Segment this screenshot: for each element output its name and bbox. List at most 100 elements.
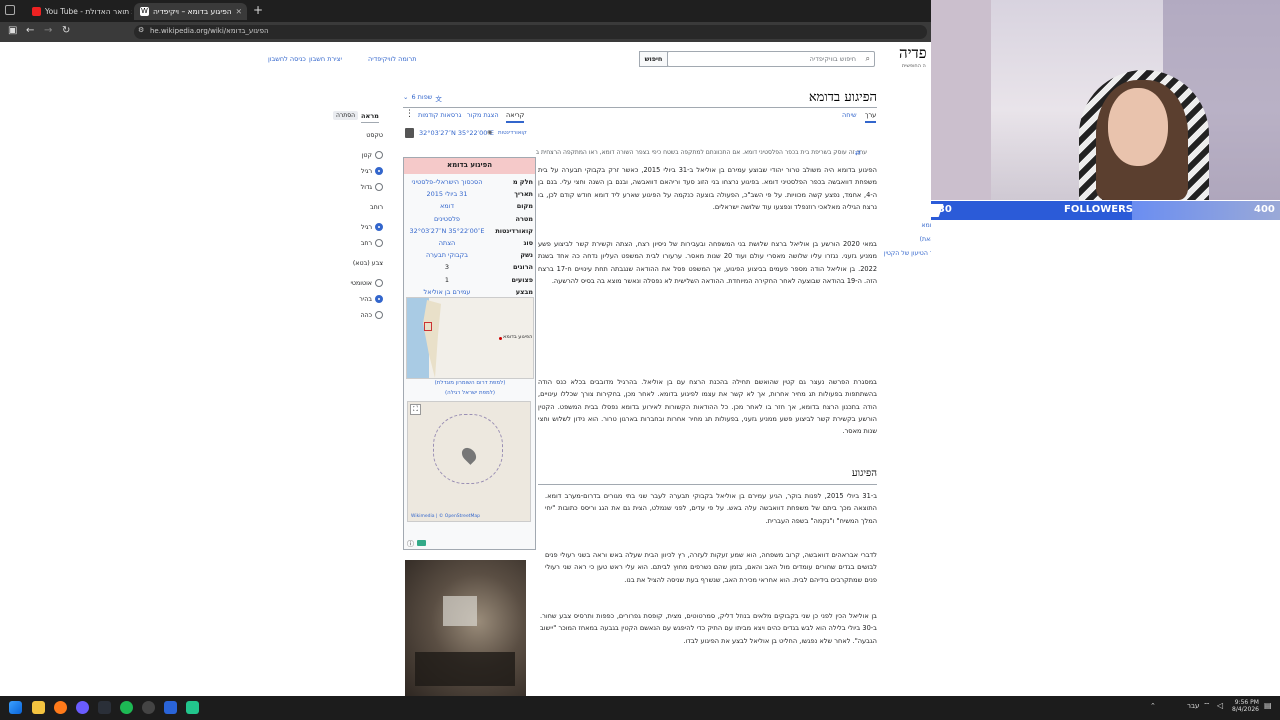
- face: [1108, 88, 1168, 166]
- steam-icon[interactable]: [98, 701, 111, 714]
- input-language[interactable]: עבר: [1187, 702, 1199, 710]
- infobox-value[interactable]: 32°03′27″N 35°22′00″E: [406, 227, 488, 235]
- infobox-label: סוג: [523, 239, 533, 247]
- top-link-create-account[interactable]: יצירת חשבון: [309, 55, 342, 63]
- wifi-icon[interactable]: ⌔: [1203, 701, 1211, 711]
- color-dark-label: כהה: [360, 312, 372, 319]
- app2-icon[interactable]: [186, 701, 199, 714]
- close-icon[interactable]: ✕: [236, 7, 242, 16]
- width-wide-label: רחב: [360, 240, 372, 247]
- coordinates-top[interactable]: 32°03′27″N 35°22′00″E: [419, 129, 494, 137]
- followers-current: 230: [931, 204, 952, 215]
- hide-button[interactable]: הסתרה: [333, 111, 359, 120]
- infobox-value[interactable]: 31 ביולי 2015: [406, 190, 488, 198]
- forward-button[interactable]: →: [44, 25, 52, 36]
- windows-start-icon[interactable]: [9, 701, 22, 714]
- sidebar-icon[interactable]: ▣: [8, 25, 17, 36]
- search-icon: ⌕: [865, 54, 870, 63]
- text-large-label: גדול: [360, 184, 372, 191]
- youtube-icon: [32, 7, 41, 16]
- map-pin-label: הפיגוע בדומא: [503, 334, 533, 340]
- search-input[interactable]: חיפוש בוויקיפדיה ⌕: [667, 51, 875, 67]
- locator-map[interactable]: הפיגוע בדומא: [406, 297, 534, 379]
- address-bar[interactable]: ⚙ he.wikipedia.org/wiki/הפיגוע_בדומא: [134, 25, 927, 39]
- followers-goal-bar: 230 FOLLOWERS 400: [924, 201, 1280, 220]
- top-link-donate[interactable]: תרומה לוויקיפדיה: [368, 55, 417, 63]
- top-link-login[interactable]: כניסה לחשבון: [268, 55, 306, 63]
- volume-icon[interactable]: ◁: [1217, 701, 1223, 710]
- notifications-icon[interactable]: ▤: [1264, 701, 1272, 710]
- tab-view-source[interactable]: הצגת מקור: [467, 111, 499, 119]
- radio-text-large[interactable]: [375, 183, 383, 191]
- infobox-value[interactable]: דומא: [406, 202, 488, 210]
- globe-icon: ◉: [487, 129, 493, 136]
- map-caption-1[interactable]: (למפת דרום השומרון מוגדלת): [406, 380, 534, 386]
- infobox-title: הפיגוע בדומא: [404, 158, 535, 174]
- radio-text-standard[interactable]: [375, 167, 383, 175]
- infobox-value[interactable]: פלסטינים: [406, 215, 488, 223]
- infobox-value: 1: [444, 275, 450, 284]
- radio-width-wide[interactable]: [375, 239, 383, 247]
- webcam-feed: [931, 0, 1280, 200]
- fullscreen-icon[interactable]: ⛶: [410, 404, 421, 415]
- tab-wikipedia[interactable]: W הפיגוע בדומא – ויקיפדיה ✕: [134, 3, 247, 20]
- language-selector[interactable]: ⌄ 6 שפות 文: [403, 93, 442, 103]
- reload-button[interactable]: ↻: [62, 25, 70, 36]
- burned-house-photo[interactable]: [405, 560, 526, 696]
- search-button[interactable]: חיפוש: [639, 51, 668, 67]
- radio-text-small[interactable]: [375, 151, 383, 159]
- wikipedia-tagline: ה החופשית: [902, 63, 926, 69]
- browser-tab-bar: You Tube - מי רוצה את תואר האדולת? ✕ W ה…: [0, 0, 931, 22]
- lead-paragraph-1: הפיגוע בדומא היה משולב טרור יהודי שבוצע …: [538, 166, 877, 211]
- url-text: he.wikipedia.org/wiki/הפיגוע_בדומא: [150, 27, 269, 35]
- section-heading: הפיגוע: [851, 468, 877, 479]
- radio-width-standard[interactable]: [375, 223, 383, 231]
- infobox-label: תאריך: [514, 190, 533, 199]
- tab-history[interactable]: גרסאות קודמות: [418, 111, 461, 119]
- map-caption-2[interactable]: (למפת ישראל רגילה): [406, 390, 534, 396]
- map-layers-icon[interactable]: [417, 540, 426, 546]
- tab-title: הפיגוע בדומא – ויקיפדיה: [153, 7, 232, 16]
- app-icon[interactable]: [164, 701, 177, 714]
- chevron-down-icon: ⌄: [403, 93, 409, 101]
- debris: [415, 652, 515, 686]
- obs-icon[interactable]: [142, 701, 155, 714]
- infobox-value[interactable]: הסכסוך הישראלי-פלסטיני: [406, 178, 488, 186]
- radio-color-auto[interactable]: [375, 279, 383, 287]
- new-tab-button[interactable]: +: [253, 3, 263, 17]
- infobox-value[interactable]: עמירם בן אוליאל: [406, 288, 488, 296]
- radio-color-light[interactable]: [375, 295, 383, 303]
- infobox-label: חלק מ: [512, 178, 533, 186]
- tab-overview-icon[interactable]: [5, 5, 15, 15]
- section-paragraph-3: בן אוליאל הכין לפני כן שני בקבוקים מלאים…: [540, 612, 877, 645]
- discord-icon[interactable]: [76, 701, 89, 714]
- osm-map[interactable]: ⛶ Wikimedia | © OpenStreetMap: [407, 401, 531, 522]
- translate-icon: 文: [435, 95, 442, 103]
- section-paragraph-2: לדברי אבראהים דוואבשה, קרוב משפחה, הוא ש…: [545, 551, 877, 584]
- lead-paragraph-2: במאי 2020 הורשע בן אוליאל ברצח שלושת בני…: [538, 240, 877, 285]
- tab-article[interactable]: ערך: [865, 111, 877, 123]
- radio-color-dark[interactable]: [375, 311, 383, 319]
- coordinates-link[interactable]: קואורדינטות: [498, 130, 527, 136]
- more-actions-icon[interactable]: ⋮: [405, 109, 414, 119]
- infobox-label: מקום: [516, 202, 533, 211]
- wikipedia-logo[interactable]: פדיה: [899, 44, 927, 63]
- infobox-value[interactable]: הצתה: [406, 239, 488, 247]
- file-explorer-icon[interactable]: [32, 701, 45, 714]
- back-button[interactable]: ←: [26, 25, 34, 36]
- osm-credit[interactable]: Wikimedia | © OpenStreetMap: [411, 514, 480, 519]
- clock[interactable]: 9:56 PM 8/4/2026: [1232, 699, 1259, 713]
- followers-goal: 400: [1254, 204, 1275, 215]
- infobox-value[interactable]: בקבוקי תבערה: [406, 251, 488, 259]
- tab-youtube[interactable]: You Tube - מי רוצה את תואר האדולת? ✕: [26, 3, 132, 20]
- spotify-icon[interactable]: [120, 701, 133, 714]
- search-placeholder: חיפוש בוויקיפדיה: [809, 55, 856, 63]
- infobox-label: הרוגים: [513, 263, 533, 272]
- site-info-icon[interactable]: ⚙: [138, 26, 144, 34]
- wikipedia-icon: W: [140, 7, 149, 16]
- tab-read[interactable]: קריאה: [506, 111, 525, 123]
- info-icon[interactable]: ⓘ: [407, 539, 414, 549]
- tray-chevron-icon[interactable]: ⌃: [1150, 702, 1156, 710]
- firefox-icon[interactable]: [54, 701, 67, 714]
- tab-talk[interactable]: שיחה: [842, 111, 857, 119]
